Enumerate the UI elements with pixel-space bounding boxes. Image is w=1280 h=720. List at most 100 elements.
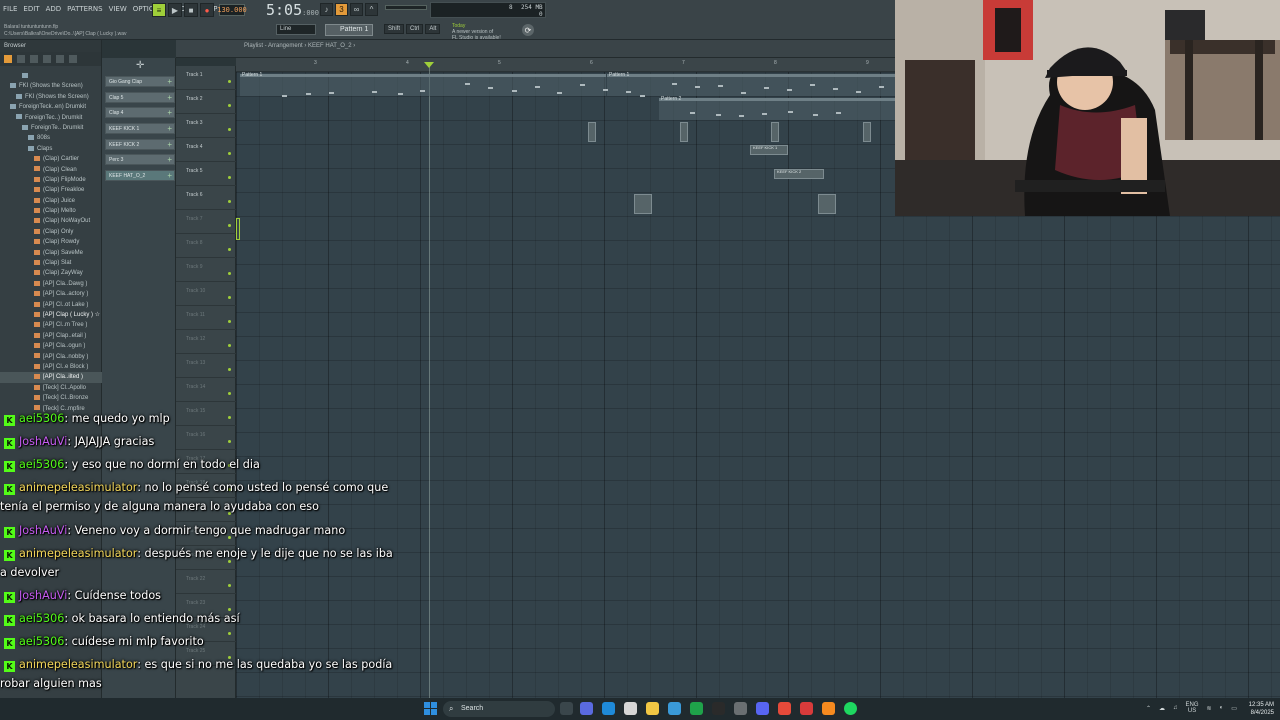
audio-clip[interactable] xyxy=(818,194,836,214)
track-header[interactable]: Track 3 xyxy=(176,114,236,138)
track-header[interactable]: Track 11 xyxy=(176,306,236,330)
tempo-display[interactable]: 130.000 xyxy=(217,4,247,16)
excel-icon[interactable] xyxy=(690,702,703,715)
app-icon[interactable] xyxy=(712,702,725,715)
browser-item[interactable]: FKI (Shows the Screen) xyxy=(0,92,102,102)
wait-record-icon[interactable]: 3 xyxy=(335,3,348,16)
snap-selector[interactable]: Line xyxy=(276,24,316,35)
loop-record-icon[interactable]: ∞ xyxy=(350,3,363,16)
file-explorer-icon[interactable] xyxy=(646,702,659,715)
audio-clip[interactable] xyxy=(588,122,596,142)
chat-username[interactable]: JoshAuVi xyxy=(19,435,67,448)
picker-item[interactable]: Clap 4 + xyxy=(105,107,175,118)
browser-item[interactable]: (Clap) Clean xyxy=(0,165,102,175)
browser-item[interactable]: [AP] Cla..nobby ) xyxy=(0,352,102,362)
edge-icon[interactable] xyxy=(602,702,615,715)
track-header[interactable]: Track 13 xyxy=(176,354,236,378)
browser-item[interactable]: [AP] Clap..etail ) xyxy=(0,331,102,341)
wifi-icon[interactable]: ≋ xyxy=(1207,705,1212,712)
pattern-song-toggle[interactable]: ≡ xyxy=(152,3,166,17)
shift-key[interactable]: Shift xyxy=(384,24,405,34)
track-mute-icon[interactable] xyxy=(228,368,231,371)
taskbar-search[interactable]: ⌕ Search xyxy=(443,701,555,717)
browser-item[interactable]: (Clap) Only xyxy=(0,227,102,237)
spotify-icon[interactable] xyxy=(844,702,857,715)
browser-item[interactable]: (Clap) ZayWay xyxy=(0,268,102,278)
windows-start-icon[interactable] xyxy=(424,702,437,715)
pattern-clip[interactable]: Pattern 1 xyxy=(607,73,895,96)
audio-clip[interactable] xyxy=(634,194,652,214)
browser-item[interactable]: ForeignTe.. Drumkit xyxy=(0,123,102,133)
browser-item[interactable]: [AP] Clap ( Lucky ) ☆ xyxy=(0,310,102,320)
browser-item[interactable]: [Teck] Cl..Bronze xyxy=(0,393,102,403)
browser-all-icon[interactable] xyxy=(4,55,12,63)
browser-item[interactable]: (Clap) Juice xyxy=(0,196,102,206)
track-mute-icon[interactable] xyxy=(228,224,231,227)
timeline-ruler[interactable]: 345678910 xyxy=(236,58,964,72)
chat-username[interactable]: aei5306 xyxy=(19,635,64,648)
track-header[interactable]: Track 14 xyxy=(176,378,236,402)
browser-item[interactable]: ForeignTeck..en) Drumkit xyxy=(0,102,102,112)
add-icon[interactable]: + xyxy=(167,76,172,87)
track-header[interactable]: Track 10 xyxy=(176,282,236,306)
play-button[interactable]: ▶ xyxy=(168,3,182,17)
menu-item[interactable]: PATTERNS xyxy=(66,5,103,13)
track-mute-icon[interactable] xyxy=(228,200,231,203)
menu-item[interactable]: FILE xyxy=(2,5,18,13)
audio-clip[interactable] xyxy=(863,122,871,142)
store-icon[interactable] xyxy=(624,702,637,715)
taskbar-clock[interactable]: 12:35 AM 8/4/2025 xyxy=(1240,701,1274,717)
browser-cloud-icon[interactable] xyxy=(56,55,64,63)
browser-item[interactable]: [AP] Cl..ot Lake ) xyxy=(0,300,102,310)
chat-username[interactable]: animepeleasimulator xyxy=(19,547,137,560)
add-icon[interactable]: + xyxy=(167,107,172,118)
chat-username[interactable]: animepeleasimulator xyxy=(19,658,137,671)
add-icon[interactable]: + xyxy=(167,92,172,103)
browser-item[interactable]: [AP] Cl..m Tree ) xyxy=(0,320,102,330)
track-mute-icon[interactable] xyxy=(228,320,231,323)
record-button[interactable]: ● xyxy=(200,3,214,17)
menu-item[interactable]: EDIT xyxy=(22,5,40,13)
volume-icon[interactable]: ♫ xyxy=(1173,705,1178,711)
news-panel[interactable]: Today A newer version of FL Studio is av… xyxy=(452,23,501,41)
chat-username[interactable]: aei5306 xyxy=(19,412,64,425)
browser-item[interactable]: (Clap) Cartier xyxy=(0,154,102,164)
update-icon[interactable]: ⟳ xyxy=(522,24,534,36)
fl-studio-icon[interactable] xyxy=(822,702,835,715)
track-header[interactable]: Track 7 xyxy=(176,210,236,234)
track-mute-icon[interactable] xyxy=(228,128,231,131)
picker-item[interactable]: KEEF KICK 1 + xyxy=(105,123,175,134)
browser-item[interactable]: 808s xyxy=(0,133,102,143)
pattern-clip[interactable]: Pattern 2 xyxy=(659,97,895,120)
browser-search-icon[interactable] xyxy=(43,55,51,63)
browser-item[interactable]: (Clap) Freakloe xyxy=(0,185,102,195)
keyboard-layout[interactable]: ENG US xyxy=(1186,702,1199,714)
browser-folder-icon[interactable] xyxy=(17,55,25,63)
add-channel-icon[interactable]: ✛ xyxy=(136,60,144,71)
browser-item[interactable]: ForeignTec..) Drumkit xyxy=(0,113,102,123)
track-mute-icon[interactable] xyxy=(228,152,231,155)
countdown-icon[interactable]: ^ xyxy=(365,3,378,16)
playhead[interactable] xyxy=(429,62,430,700)
browser-plugin-icon[interactable] xyxy=(30,55,38,63)
playhead-marker-icon[interactable] xyxy=(424,62,434,68)
track-mute-icon[interactable] xyxy=(228,248,231,251)
speaker-icon[interactable]: ◐ xyxy=(1220,705,1224,711)
ctrl-key[interactable]: Ctrl xyxy=(406,24,424,34)
track-header[interactable]: Track 12 xyxy=(176,330,236,354)
chrome-icon[interactable] xyxy=(778,702,791,715)
track-mute-icon[interactable] xyxy=(228,392,231,395)
track-mute-icon[interactable] xyxy=(228,272,231,275)
browser-item[interactable]: (Clap) SaveMe xyxy=(0,248,102,258)
discord-icon[interactable] xyxy=(756,702,769,715)
browser-item[interactable]: (Clap) Melto xyxy=(0,206,102,216)
track-header[interactable]: Track 6 xyxy=(176,186,236,210)
track-mute-icon[interactable] xyxy=(228,80,231,83)
picker-item[interactable]: KEEF KICK 2 + xyxy=(105,139,175,150)
mail-icon[interactable] xyxy=(668,702,681,715)
track-header[interactable]: Track 5 xyxy=(176,162,236,186)
audio-clip[interactable]: KEEF KICK 2 xyxy=(774,169,824,179)
pattern-clip[interactable]: Pattern 1 xyxy=(240,73,606,96)
track-header[interactable]: Track 4 xyxy=(176,138,236,162)
track-header[interactable]: Track 8 xyxy=(176,234,236,258)
